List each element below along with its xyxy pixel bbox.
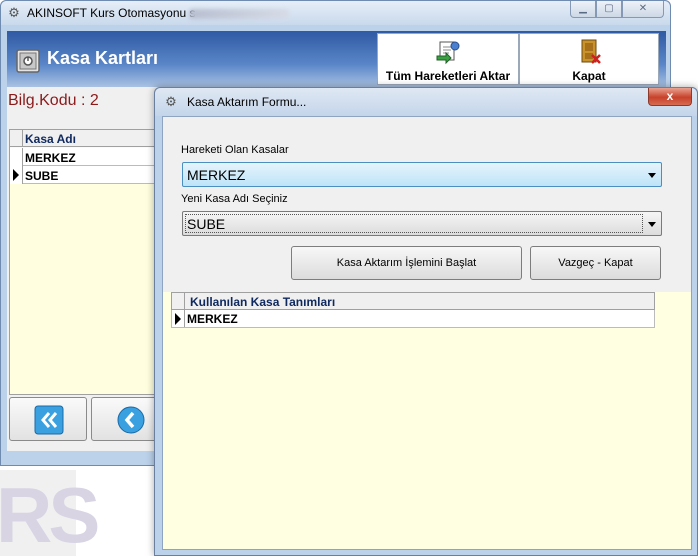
- column-header-kullanilan-kasa[interactable]: Kullanılan Kasa Tanımları: [190, 295, 335, 309]
- main-titlebar[interactable]: ⚙ AKINSOFT Kurs Otomasyonu s ▁ ▢ ✕: [1, 1, 670, 25]
- page-title: Kasa Kartları: [47, 48, 159, 68]
- target-kasa-label: Yeni Kasa Adı Seçiniz: [181, 193, 288, 205]
- close-window-button[interactable]: ✕: [622, 1, 664, 18]
- table-row[interactable]: SUBE: [10, 166, 158, 184]
- column-header-kasa-adi[interactable]: Kasa Adı: [25, 132, 76, 146]
- kasa-aktarim-dialog: ⚙ Kasa Aktarım Formu... x Hareketi Olan …: [154, 87, 698, 556]
- chevron-down-icon[interactable]: [648, 173, 656, 178]
- transfer-all-button[interactable]: Tüm Hareketleri Aktar: [377, 33, 519, 85]
- kasa-grid[interactable]: Kasa Adı MERKEZ SUBE: [9, 129, 159, 395]
- transfer-icon: [436, 41, 460, 65]
- kullanilan-kasa-grid[interactable]: Kullanılan Kasa Tanımları MERKEZ: [171, 292, 655, 328]
- source-kasa-select[interactable]: MERKEZ: [182, 162, 662, 187]
- minimize-button[interactable]: ▁: [570, 1, 596, 18]
- row-pointer-icon: [175, 313, 181, 325]
- dialog-titlebar[interactable]: ⚙ Kasa Aktarım Formu... x: [155, 88, 697, 116]
- window-controls: ▁ ▢ ✕: [570, 1, 664, 18]
- dialog-close-button[interactable]: x: [648, 88, 692, 106]
- close-button[interactable]: Kapat: [519, 33, 659, 85]
- table-row[interactable]: MERKEZ: [10, 148, 158, 166]
- close-label: Kapat: [572, 69, 606, 83]
- dialog-title: Kasa Aktarım Formu...: [187, 95, 307, 109]
- table-cell: SUBE: [25, 169, 59, 183]
- row-indicator: [172, 310, 185, 327]
- row-pointer-icon: [13, 169, 19, 181]
- double-chevron-left-icon: [34, 405, 64, 435]
- gear-icon: ⚙: [165, 94, 177, 109]
- nav-first-button[interactable]: [9, 397, 87, 441]
- door-exit-icon: [581, 39, 601, 64]
- source-kasa-value: MERKEZ: [187, 167, 246, 183]
- background-logo-text: RS: [0, 471, 100, 556]
- maximize-button[interactable]: ▢: [596, 1, 622, 18]
- main-window-title: AKINSOFT Kurs Otomasyonu s: [27, 6, 196, 20]
- header-band: Kasa Kartları Tüm Hareketleri Aktar Kapa…: [7, 31, 666, 87]
- blurred-title-text: [189, 9, 289, 19]
- table-cell: MERKEZ: [25, 151, 76, 165]
- target-kasa-select[interactable]: SUBE: [182, 211, 662, 236]
- focus-rect: [185, 214, 643, 233]
- cancel-close-button[interactable]: Vazgeç - Kapat: [530, 246, 661, 280]
- row-indicator: [10, 166, 23, 184]
- gear-icon: ⚙: [8, 5, 20, 20]
- row-indicator-header: [10, 130, 23, 147]
- table-cell: MERKEZ: [187, 312, 238, 326]
- safe-icon: [16, 49, 40, 73]
- transfer-all-label: Tüm Hareketleri Aktar: [385, 69, 511, 83]
- dialog-form-panel: Hareketi Olan Kasalar MERKEZ Yeni Kasa A…: [163, 117, 691, 292]
- row-indicator-header: [172, 293, 185, 309]
- source-kasa-label: Hareketi Olan Kasalar: [181, 144, 289, 156]
- kasa-grid-header: Kasa Adı: [10, 130, 158, 147]
- row-indicator: [10, 148, 23, 166]
- kullanilan-kasa-grid-header: Kullanılan Kasa Tanımları: [171, 292, 655, 310]
- background-logo: RS: [0, 470, 100, 556]
- dialog-client-area: Hareketi Olan Kasalar MERKEZ Yeni Kasa A…: [162, 116, 692, 550]
- chevron-left-icon: [117, 406, 145, 434]
- table-row[interactable]: MERKEZ: [171, 310, 655, 328]
- start-transfer-button[interactable]: Kasa Aktarım İşlemini Başlat: [291, 246, 522, 280]
- chevron-down-icon[interactable]: [648, 222, 656, 227]
- target-kasa-value: SUBE: [187, 216, 226, 232]
- bilg-kodu-label: Bilg.Kodu : 2: [8, 92, 99, 109]
